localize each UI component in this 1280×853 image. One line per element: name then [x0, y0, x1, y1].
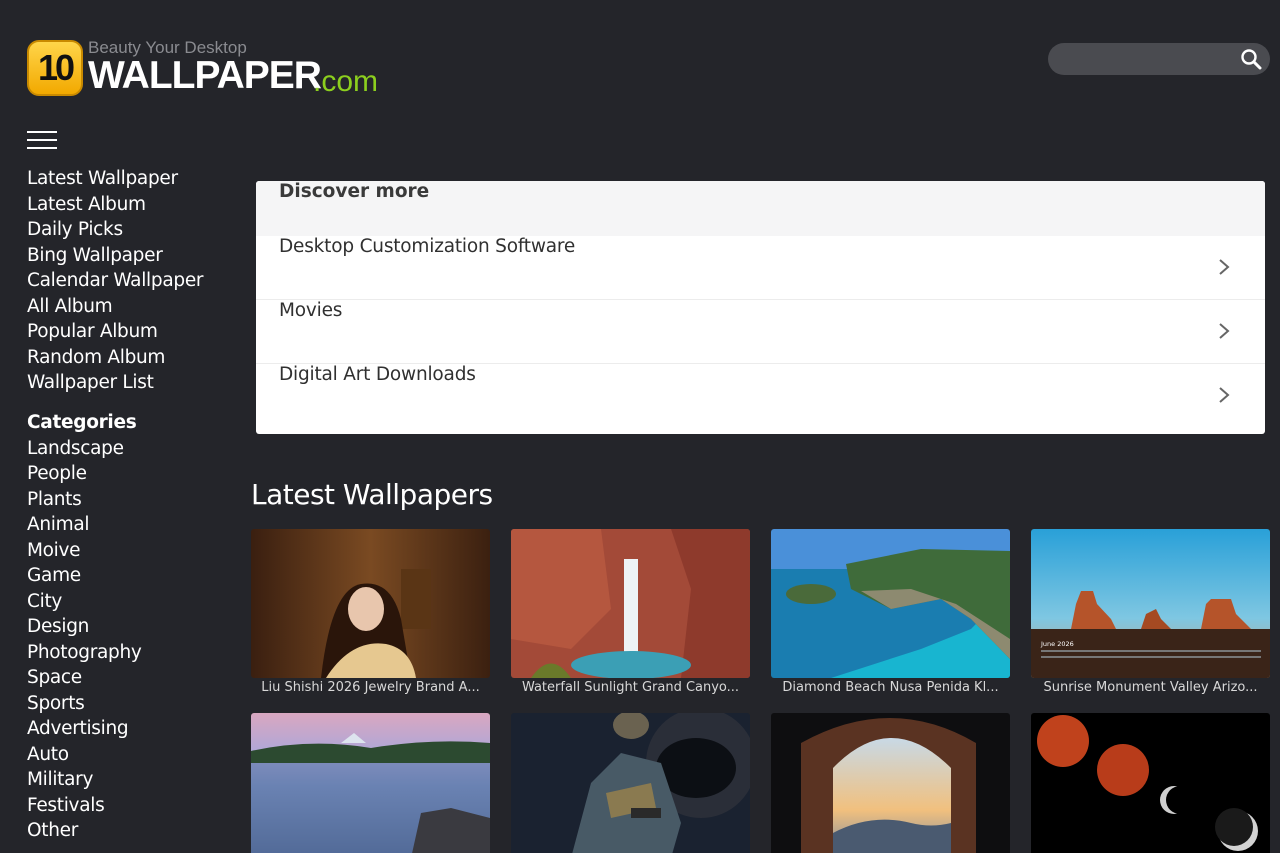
sidebar: Latest Wallpaper Latest Album Daily Pick…	[27, 166, 242, 844]
categories-heading: Categories	[27, 411, 137, 433]
wallpaper-card[interactable]	[771, 713, 1010, 853]
category-design[interactable]: Design	[27, 614, 242, 640]
search-input[interactable]	[1060, 48, 1230, 70]
logo-badge: 10	[27, 40, 83, 96]
sidebar-link-wallpaper-list[interactable]: Wallpaper List	[27, 370, 242, 396]
wallpaper-thumbnail[interactable]	[771, 713, 1010, 853]
category-landscape[interactable]: Landscape	[27, 436, 242, 462]
search-box	[1048, 43, 1270, 75]
wallpaper-thumbnail[interactable]	[511, 529, 750, 678]
logo-name: WALLPAPER	[88, 54, 322, 97]
search-icon[interactable]	[1240, 48, 1262, 70]
category-sports[interactable]: Sports	[27, 691, 242, 717]
wallpaper-caption[interactable]: Waterfall Sunlight Grand Canyo...	[511, 680, 750, 695]
category-game[interactable]: Game	[27, 563, 242, 589]
wallpaper-card[interactable]: Waterfall Sunlight Grand Canyo...	[511, 529, 750, 695]
calendar-label: June 2026	[1040, 640, 1074, 648]
sidebar-link-popular-album[interactable]: Popular Album	[27, 319, 242, 345]
sidebar-link-random-album[interactable]: Random Album	[27, 345, 242, 371]
latest-wallpapers-title: Latest Wallpapers	[251, 478, 493, 511]
chevron-right-icon	[1219, 323, 1230, 339]
category-animal[interactable]: Animal	[27, 512, 242, 538]
category-festivals[interactable]: Festivals	[27, 793, 242, 819]
category-auto[interactable]: Auto	[27, 742, 242, 768]
category-people[interactable]: People	[27, 461, 242, 487]
category-photography[interactable]: Photography	[27, 640, 242, 666]
wallpaper-card[interactable]: June 2026 Sunrise Monument Valley Arizo.…	[1031, 529, 1270, 695]
wallpaper-thumbnail[interactable]	[771, 529, 1010, 678]
wallpaper-thumbnail[interactable]	[251, 529, 490, 678]
wallpaper-thumbnail[interactable]: June 2026	[1031, 529, 1270, 678]
hamburger-menu-icon[interactable]	[27, 131, 57, 149]
wallpaper-card[interactable]	[1031, 713, 1270, 853]
discover-more-panel: Discover more Desktop Customization Soft…	[256, 181, 1265, 434]
sidebar-link-daily-picks[interactable]: Daily Picks	[27, 217, 242, 243]
logo-tld: .com	[313, 65, 379, 98]
wallpaper-card[interactable]	[251, 713, 490, 853]
wallpaper-caption[interactable]: Liu Shishi 2026 Jewelry Brand A...	[251, 680, 490, 695]
wallpaper-card[interactable]	[511, 713, 750, 853]
sidebar-link-latest-album[interactable]: Latest Album	[27, 192, 242, 218]
category-advertising[interactable]: Advertising	[27, 716, 242, 742]
sidebar-link-all-album[interactable]: All Album	[27, 294, 242, 320]
discover-item-digital-art[interactable]: Digital Art Downloads	[256, 364, 1265, 428]
site-logo[interactable]: 10 Beauty Your Desktop WALLPAPER .com	[27, 38, 387, 102]
discover-item-label: Digital Art Downloads	[279, 364, 476, 385]
discover-item-desktop-customization[interactable]: Desktop Customization Software	[256, 236, 1265, 300]
sidebar-link-latest-wallpaper[interactable]: Latest Wallpaper	[27, 166, 242, 192]
sidebar-link-bing-wallpaper[interactable]: Bing Wallpaper	[27, 243, 242, 269]
category-moive[interactable]: Moive	[27, 538, 242, 564]
discover-item-movies[interactable]: Movies	[256, 300, 1265, 364]
chevron-right-icon	[1219, 387, 1230, 403]
wallpaper-thumbnail[interactable]	[1031, 713, 1270, 853]
sidebar-link-calendar-wallpaper[interactable]: Calendar Wallpaper	[27, 268, 242, 294]
category-plants[interactable]: Plants	[27, 487, 242, 513]
discover-item-label: Movies	[279, 300, 343, 321]
wallpaper-caption[interactable]: Sunrise Monument Valley Arizo...	[1031, 680, 1270, 695]
category-city[interactable]: City	[27, 589, 242, 615]
category-space[interactable]: Space	[27, 665, 242, 691]
wallpaper-caption[interactable]: Diamond Beach Nusa Penida Kl...	[771, 680, 1010, 695]
category-other[interactable]: Other	[27, 818, 242, 844]
wallpaper-card[interactable]: Liu Shishi 2026 Jewelry Brand A...	[251, 529, 490, 695]
discover-heading: Discover more	[256, 181, 1265, 236]
chevron-right-icon	[1219, 259, 1230, 275]
wallpaper-card[interactable]: Diamond Beach Nusa Penida Kl...	[771, 529, 1010, 695]
discover-item-label: Desktop Customization Software	[279, 236, 576, 257]
category-military[interactable]: Military	[27, 767, 242, 793]
wallpaper-thumbnail[interactable]	[511, 713, 750, 853]
wallpaper-thumbnail[interactable]	[251, 713, 490, 853]
